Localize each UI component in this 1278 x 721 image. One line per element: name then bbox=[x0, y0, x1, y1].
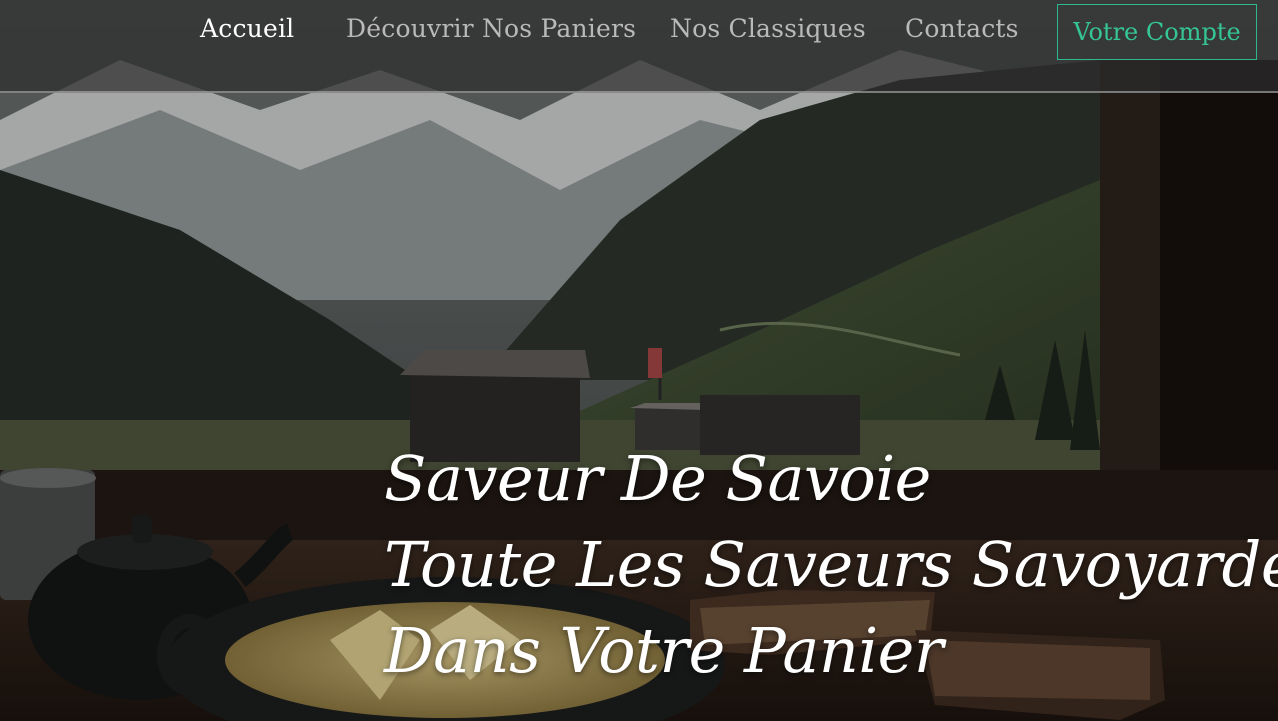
hero-line-3: Dans Votre Panier bbox=[384, 614, 943, 687]
nav-link-contacts[interactable]: Contacts bbox=[905, 14, 1019, 43]
nav-link-decouvrir-paniers[interactable]: Découvrir Nos Paniers bbox=[346, 14, 636, 43]
nav-link-nos-classiques[interactable]: Nos Classiques bbox=[670, 14, 866, 43]
top-navbar: Accueil Découvrir Nos Paniers Nos Classi… bbox=[0, 0, 1278, 93]
hero-headline: Saveur De Savoie Toute Les Saveurs Savoy… bbox=[384, 436, 1278, 694]
hero-line-1: Saveur De Savoie bbox=[384, 442, 931, 515]
account-button[interactable]: Votre Compte bbox=[1057, 4, 1257, 60]
hero-line-2: Toute Les Saveurs Savoyarde bbox=[384, 528, 1278, 601]
nav-link-accueil[interactable]: Accueil bbox=[200, 14, 294, 43]
